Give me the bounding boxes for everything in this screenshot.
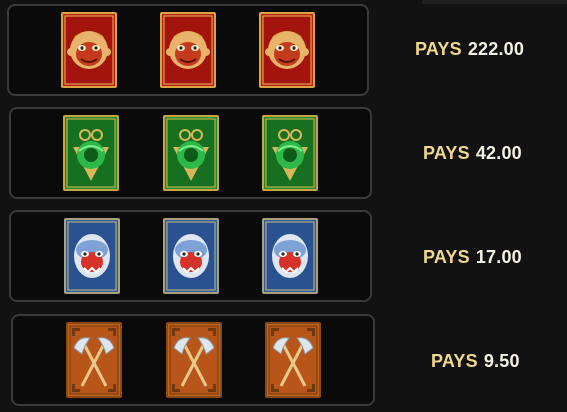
paytable-screen: PAYS 222.00 PAYS 42.00 PAYS 17.00 PAYS 9… [0, 0, 567, 412]
payout-text: PAYS 9.50 [431, 351, 520, 372]
blue-demon-mask-icon [64, 218, 120, 294]
symbol-panel [9, 210, 372, 302]
paytable-row-jade-pendant: PAYS 42.00 [0, 107, 567, 199]
pays-label: PAYS [423, 247, 470, 267]
jade-dragon-pendant-icon [163, 115, 219, 191]
payout-amount: 17.00 [475, 247, 522, 267]
crossed-axes-icon [265, 322, 321, 398]
jade-dragon-pendant-icon [262, 115, 318, 191]
blue-demon-mask-icon [163, 218, 219, 294]
payout-text: PAYS 222.00 [415, 39, 524, 60]
jade-dragon-pendant-icon [63, 115, 119, 191]
payout-text: PAYS 17.00 [423, 247, 522, 268]
paytable-row-blue-mask: PAYS 17.00 [0, 210, 567, 302]
monkey-king-mask-icon [259, 12, 315, 88]
payout-amount: 9.50 [483, 351, 520, 371]
paytable-row-crossed-axes: PAYS 9.50 [0, 314, 567, 406]
payout-amount: 42.00 [475, 143, 522, 163]
blue-demon-mask-icon [262, 218, 318, 294]
paytable-row-monkey-mask: PAYS 222.00 [0, 4, 567, 96]
pays-label: PAYS [423, 143, 470, 163]
symbol-panel [11, 314, 375, 406]
payout-amount: 222.00 [467, 39, 525, 59]
symbol-panel [7, 4, 369, 96]
pays-label: PAYS [431, 351, 478, 371]
crossed-axes-icon [66, 322, 122, 398]
pays-label: PAYS [415, 39, 462, 59]
monkey-king-mask-icon [61, 12, 117, 88]
payout-text: PAYS 42.00 [423, 143, 522, 164]
symbol-panel [9, 107, 372, 199]
monkey-king-mask-icon [160, 12, 216, 88]
crossed-axes-icon [166, 322, 222, 398]
